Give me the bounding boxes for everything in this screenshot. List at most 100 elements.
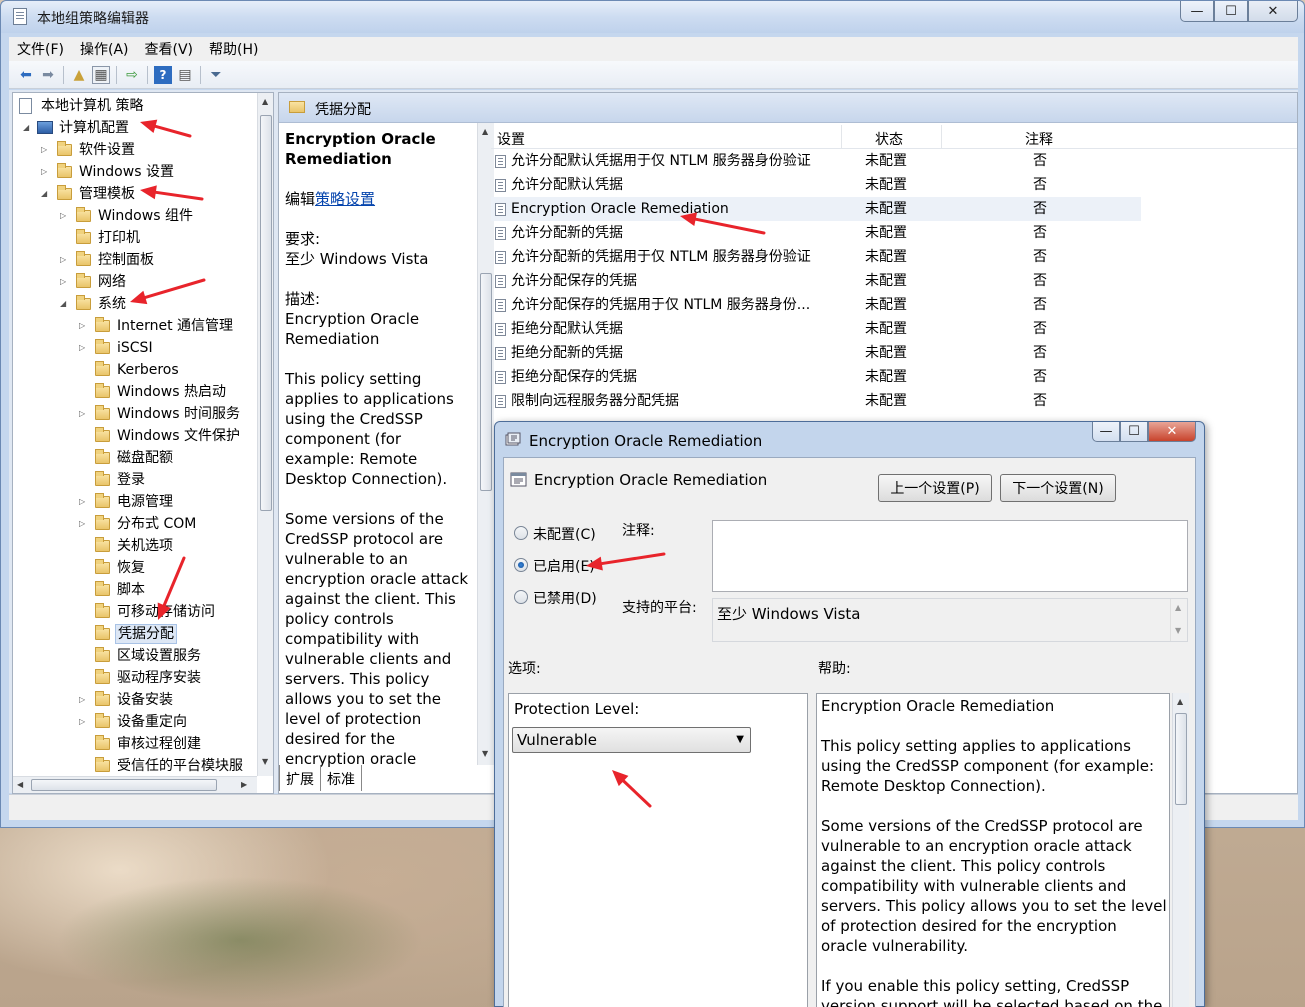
table-row[interactable]: Encryption Oracle Remediation 未配置 否 [491, 197, 1141, 221]
radio-disabled[interactable] [514, 590, 528, 604]
collapsed-arrow-icon[interactable]: ▷ [79, 403, 89, 425]
dropdown-arrow-icon[interactable]: ▼ [736, 728, 744, 752]
table-row[interactable]: 允许分配默认凭据用于仅 NTLM 服务器身份验证 未配置 否 [491, 149, 1141, 173]
scroll-right-arrow-icon[interactable]: ▶ [241, 780, 247, 789]
radio-not-configured[interactable] [514, 526, 528, 540]
table-row[interactable]: 允许分配保存的凭据用于仅 NTLM 服务器身份... 未配置 否 [491, 293, 1141, 317]
collapsed-arrow-icon[interactable]: ▷ [79, 491, 89, 513]
comment-label: 注释: [622, 523, 655, 539]
computer-icon [37, 121, 53, 134]
edit-policy-link[interactable]: 策略设置 [315, 190, 375, 208]
close-button[interactable]: ✕ [1248, 1, 1298, 22]
table-row[interactable]: 拒绝分配默认凭据 未配置 否 [491, 317, 1141, 341]
collapsed-arrow-icon[interactable]: ▷ [41, 139, 51, 161]
help-icon[interactable]: ? [154, 65, 172, 84]
scroll-up-arrow-icon[interactable]: ▲ [482, 127, 488, 136]
expanded-arrow-icon[interactable]: ◢ [60, 293, 70, 315]
window-title: 本地组策略编辑器 [37, 11, 149, 27]
menu-bar: 文件(F) 操作(A) 查看(V) 帮助(H) [9, 37, 1298, 61]
scrollbar-thumb[interactable] [260, 115, 272, 511]
help-scrollbar[interactable]: ▲ [1172, 693, 1189, 1007]
collapsed-arrow-icon[interactable]: ▷ [79, 337, 89, 359]
title-bar[interactable]: 本地组策略编辑器 — ☐ ✕ [1, 1, 1304, 33]
properties-icon[interactable]: ▤ [176, 66, 194, 84]
menu-help[interactable]: 帮助(H) [209, 39, 258, 59]
maximize-button[interactable]: ☐ [1214, 1, 1248, 22]
up-folder-icon[interactable]: ▲ [70, 66, 88, 84]
menu-action[interactable]: 操作(A) [80, 39, 129, 59]
scrollbar-thumb[interactable] [1175, 713, 1187, 805]
tree-vertical-scrollbar[interactable]: ▲ ▼ [257, 93, 273, 776]
show-hide-tree-icon[interactable]: ▦ [92, 65, 110, 84]
note-cell: 否 [1033, 321, 1047, 337]
menu-view[interactable]: 查看(V) [145, 39, 194, 59]
dialog-maximize-button[interactable]: ☐ [1120, 422, 1148, 442]
table-row[interactable]: 拒绝分配保存的凭据 未配置 否 [491, 365, 1141, 389]
column-divider[interactable] [841, 125, 842, 149]
scroll-up-arrow-icon[interactable]: ▲ [262, 97, 268, 106]
scroll-down-arrow-icon[interactable]: ▼ [262, 757, 268, 766]
note-cell: 否 [1033, 273, 1047, 289]
scroll-up-arrow-icon[interactable]: ▲ [1177, 697, 1183, 706]
back-arrow-icon[interactable]: ⬅ [17, 66, 35, 84]
minimize-button[interactable]: — [1180, 1, 1214, 22]
tab-extended[interactable]: 扩展 [279, 765, 321, 791]
folder-icon [76, 273, 91, 288]
table-row[interactable]: 允许分配新的凭据用于仅 NTLM 服务器身份验证 未配置 否 [491, 245, 1141, 269]
policy-setting-icon [495, 155, 506, 168]
collapsed-arrow-icon[interactable]: ▷ [60, 249, 70, 271]
platform-scrollbar[interactable]: ▲ ▼ [1170, 599, 1187, 641]
collapsed-arrow-icon[interactable]: ▷ [60, 271, 70, 293]
table-row[interactable]: 拒绝分配新的凭据 未配置 否 [491, 341, 1141, 365]
folder-icon [95, 581, 110, 596]
expanded-arrow-icon[interactable]: ◢ [23, 117, 33, 139]
radio-disabled-label[interactable]: 已禁用(D) [533, 588, 597, 608]
radio-enabled-label[interactable]: 已启用(E) [533, 556, 595, 576]
scroll-left-arrow-icon[interactable]: ◀ [17, 780, 23, 789]
radio-not-configured-label[interactable]: 未配置(C) [533, 524, 596, 544]
table-row[interactable]: 限制向远程服务器分配凭据 未配置 否 [491, 389, 1141, 413]
policy-setting-icon [505, 432, 521, 446]
scroll-down-arrow-icon[interactable]: ▼ [482, 749, 488, 758]
column-header-note[interactable]: 注释 [1025, 129, 1053, 149]
previous-setting-button[interactable]: 上一个设置(P) [878, 474, 992, 502]
folder-icon [95, 713, 110, 728]
folder-icon [95, 757, 110, 772]
dialog-close-button[interactable]: ✕ [1148, 422, 1196, 442]
setting-cell: 拒绝分配默认凭据 [511, 321, 623, 337]
collapsed-arrow-icon[interactable]: ▷ [79, 513, 89, 535]
collapsed-arrow-icon[interactable]: ▷ [41, 161, 51, 183]
table-row[interactable]: 允许分配默认凭据 未配置 否 [491, 173, 1141, 197]
dialog-minimize-button[interactable]: — [1092, 422, 1120, 442]
tree-horizontal-scrollbar[interactable]: ◀ ▶ [13, 776, 257, 793]
expanded-arrow-icon[interactable]: ◢ [41, 183, 51, 205]
forward-arrow-icon[interactable]: ➡ [39, 66, 57, 84]
state-cell: 未配置 [865, 249, 907, 265]
scroll-down-arrow-icon[interactable]: ▼ [1175, 626, 1181, 635]
comment-textbox[interactable] [712, 520, 1188, 592]
tab-standard[interactable]: 标准 [321, 765, 362, 791]
scrollbar-thumb[interactable] [31, 779, 217, 791]
table-row[interactable]: 允许分配新的凭据 未配置 否 [491, 221, 1141, 245]
menu-file[interactable]: 文件(F) [17, 39, 64, 59]
protection-level-select[interactable]: Vulnerable ▼ [512, 727, 751, 753]
radio-enabled[interactable] [514, 558, 528, 572]
collapsed-arrow-icon[interactable]: ▷ [60, 205, 70, 227]
section-title: 凭据分配 [315, 102, 371, 118]
collapsed-arrow-icon[interactable]: ▷ [79, 711, 89, 733]
state-cell: 未配置 [865, 177, 907, 193]
setting-cell: 拒绝分配新的凭据 [511, 345, 623, 361]
column-header-state[interactable]: 状态 [875, 129, 903, 149]
folder-icon [76, 207, 91, 222]
next-setting-button[interactable]: 下一个设置(N) [1000, 474, 1116, 502]
collapsed-arrow-icon[interactable]: ▷ [79, 689, 89, 711]
column-header-setting[interactable]: 设置 [497, 129, 525, 149]
collapsed-arrow-icon[interactable]: ▷ [79, 315, 89, 337]
filter-icon[interactable]: ⏷ [207, 66, 225, 84]
folder-icon [57, 163, 72, 178]
table-row[interactable]: 允许分配保存的凭据 未配置 否 [491, 269, 1141, 293]
export-list-icon[interactable]: ⇨ [123, 66, 141, 84]
help-title: Encryption Oracle Remediation [821, 697, 1055, 715]
column-divider[interactable] [941, 125, 942, 149]
scroll-up-arrow-icon[interactable]: ▲ [1175, 603, 1181, 612]
